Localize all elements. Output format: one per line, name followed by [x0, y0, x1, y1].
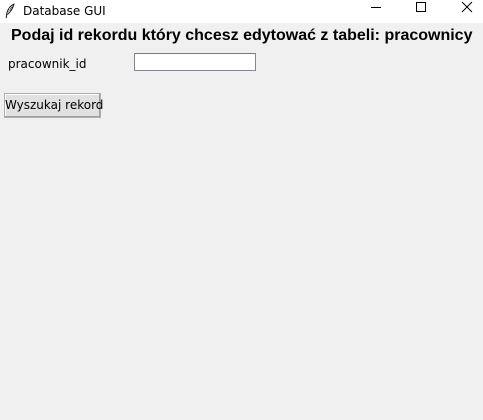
- minimize-button[interactable]: [353, 0, 399, 23]
- app-window: Database GUI Podaj id rekordu który chce…: [0, 0, 483, 420]
- window-title: Database GUI: [23, 4, 106, 18]
- feather-icon: [4, 3, 16, 19]
- title-bar[interactable]: Database GUI: [0, 0, 483, 23]
- minimize-icon: [371, 7, 381, 8]
- close-icon: [461, 1, 473, 13]
- maximize-icon: [416, 2, 426, 12]
- form-heading: Podaj id rekordu który chcesz edytować z…: [11, 27, 473, 44]
- close-button[interactable]: [444, 0, 483, 23]
- pracownik-id-input[interactable]: [134, 53, 256, 71]
- pracownik-id-label: pracownik_id: [8, 57, 87, 71]
- maximize-button[interactable]: [399, 0, 445, 23]
- search-record-button[interactable]: Wyszukaj rekord: [4, 93, 103, 118]
